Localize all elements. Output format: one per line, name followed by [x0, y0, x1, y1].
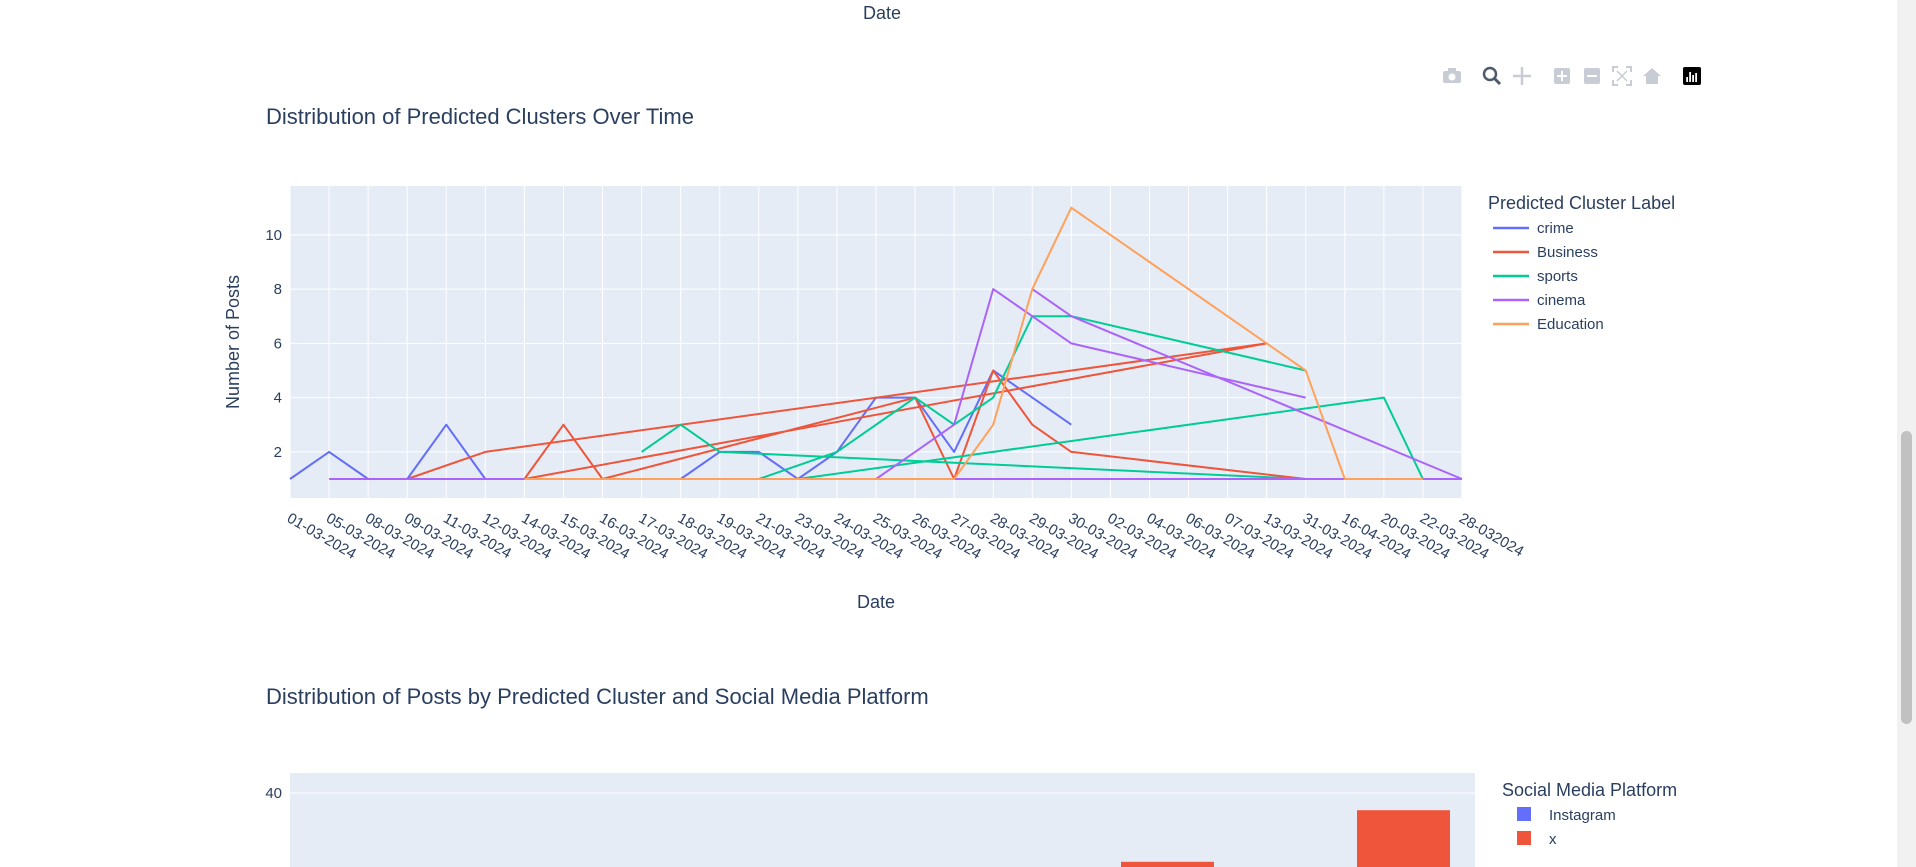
- legend-label: Education: [1537, 316, 1604, 333]
- x-axis-label: Date: [857, 592, 895, 612]
- legend-item-education[interactable]: Education: [1493, 316, 1604, 333]
- autoscale-icon[interactable]: [1612, 66, 1632, 86]
- legend-swatch: [1517, 807, 1531, 821]
- legend-item-x[interactable]: x: [1517, 831, 1557, 848]
- legend-label: cinema: [1537, 292, 1586, 309]
- chart-title: Distribution of Posts by Predicted Clust…: [266, 684, 929, 709]
- legend-label: crime: [1537, 220, 1574, 237]
- legend-item-sports[interactable]: sports: [1493, 268, 1578, 285]
- chart-modebar[interactable]: [1443, 66, 1701, 86]
- legend-item-crime[interactable]: crime: [1493, 220, 1574, 237]
- camera-icon[interactable]: [1443, 68, 1461, 83]
- posts-by-platform-chart[interactable]: Distribution of Posts by Predicted Clust…: [0, 620, 1916, 867]
- legend-title: Predicted Cluster Label: [1488, 193, 1675, 213]
- y-tick-label: 4: [274, 390, 282, 407]
- page-scrollbar[interactable]: [1897, 0, 1916, 867]
- legend-item-business[interactable]: Business: [1493, 244, 1598, 261]
- legend-item-instagram[interactable]: Instagram: [1517, 807, 1616, 824]
- legend-item-cinema[interactable]: cinema: [1493, 292, 1586, 309]
- plot-area[interactable]: [290, 773, 1475, 867]
- legend-label: sports: [1537, 268, 1578, 285]
- plotly-logo-icon[interactable]: [1683, 67, 1701, 85]
- reset-axes-icon[interactable]: [1643, 68, 1661, 84]
- legend-label: Business: [1537, 244, 1598, 261]
- y-tick-label: 8: [274, 281, 282, 298]
- y-tick-label: 6: [274, 335, 282, 352]
- chart-title: Distribution of Predicted Clusters Over …: [266, 104, 694, 129]
- scrollbar-thumb[interactable]: [1901, 431, 1912, 724]
- legend-swatch: [1517, 831, 1531, 845]
- zoom-in-icon[interactable]: [1554, 68, 1570, 84]
- y-tick-label: 10: [265, 227, 282, 244]
- bar-x[interactable]: [1121, 861, 1214, 867]
- y-axis-label: Number of Posts: [223, 275, 243, 409]
- chart-legend[interactable]: Social Media Platform Instagram x: [1502, 780, 1677, 848]
- pan-icon[interactable]: [1513, 67, 1531, 85]
- bar-x[interactable]: [1357, 810, 1450, 867]
- chart-legend[interactable]: Predicted Cluster Label crime Business spo…: [1488, 193, 1675, 333]
- clusters-over-time-chart[interactable]: Distribution of Predicted Clusters Over …: [0, 0, 1916, 620]
- y-tick-label: 40: [265, 785, 282, 802]
- zoom-icon[interactable]: [1482, 66, 1502, 86]
- y-tick-label: 2: [274, 444, 282, 461]
- legend-title: Social Media Platform: [1502, 780, 1677, 800]
- legend-label: x: [1549, 831, 1557, 848]
- zoom-out-icon[interactable]: [1584, 68, 1600, 84]
- legend-label: Instagram: [1549, 807, 1616, 824]
